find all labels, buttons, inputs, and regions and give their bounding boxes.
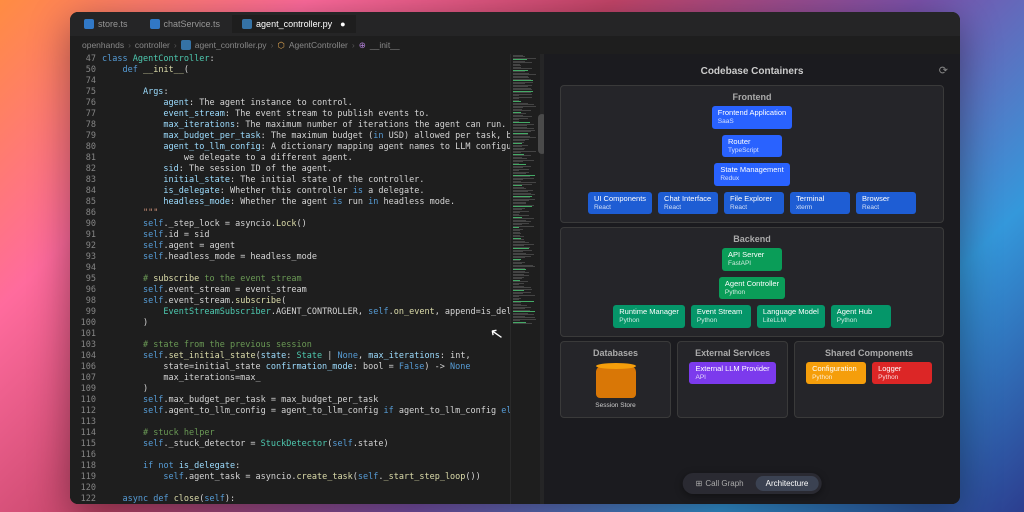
container-title: Shared Components [801,346,937,362]
py-icon [181,40,191,50]
py-icon [242,19,252,29]
tab-label: store.ts [98,19,128,29]
view-switcher: ⊞Call Graph Architecture [683,473,822,494]
container-title: External Services [684,346,781,362]
modified-dot: ● [340,19,345,29]
container-external: External Services External LLM ProviderA… [677,341,788,418]
container-backend: Backend API ServerFastAPI Agent Controll… [560,227,944,337]
node-llm-provider[interactable]: External LLM ProviderAPI [689,362,775,385]
pill-call-graph[interactable]: ⊞Call Graph [686,476,754,491]
ts-icon [84,19,94,29]
ts-icon [150,19,160,29]
container-shared: Shared Components ConfigurationPython Log… [794,341,944,418]
node-api-server[interactable]: API ServerFastAPI [722,248,782,271]
node-fe[interactable]: BrowserReact [856,192,916,215]
diagram-title: Codebase Containers [552,62,952,81]
container-title: Backend [567,232,937,248]
breadcrumb: openhands› controller› agent_controller.… [70,36,960,54]
ide-window: store.ts chatService.ts agent_controller… [70,12,960,504]
node-fe[interactable]: UI ComponentsReact [588,192,652,215]
container-title: Databases [567,346,664,362]
tab-bar: store.ts chatService.ts agent_controller… [70,12,960,36]
pill-architecture[interactable]: Architecture [756,476,819,491]
tab-label: agent_controller.py [256,19,332,29]
bc-item[interactable]: AgentController [289,40,348,50]
bc-item[interactable]: openhands [82,40,124,50]
node-be[interactable]: Agent HubPython [831,305,891,328]
node-fe[interactable]: Chat InterfaceReact [658,192,718,215]
tab-chatservice[interactable]: chatService.ts [140,15,231,33]
tab-agent-controller[interactable]: agent_controller.py ● [232,15,356,33]
tab-label: chatService.ts [164,19,221,29]
container-databases: Databases Session Store [560,341,671,418]
graph-icon: ⊞ [696,479,703,488]
bc-item[interactable]: controller [135,40,170,50]
bc-item[interactable]: agent_controller.py [195,40,267,50]
code-area[interactable]: class AgentController: def __init__( Arg… [102,54,510,504]
node-fe[interactable]: Terminalxterm [790,192,850,215]
node-fe[interactable]: File ExplorerReact [724,192,784,215]
node-shared[interactable]: ConfigurationPython [806,362,866,385]
container-title: Frontend [567,90,937,106]
architecture-diagram: Codebase Containers ⟳ Frontend Frontend … [544,54,960,504]
node-session-store[interactable] [596,366,636,398]
node-router[interactable]: RouterTypeScript [722,135,782,158]
node-agent-controller[interactable]: Agent ControllerPython [719,277,785,300]
minimap[interactable] [510,54,540,504]
refresh-icon[interactable]: ⟳ [939,64,948,77]
node-be[interactable]: Event StreamPython [691,305,751,328]
line-gutter: 47 50 74 75 76 77 78 79 80 81 82 83 84 8… [70,54,102,504]
bc-item[interactable]: __init__ [370,40,400,50]
code-editor[interactable]: 47 50 74 75 76 77 78 79 80 81 82 83 84 8… [70,54,510,504]
node-shared[interactable]: LoggerPython [872,362,932,385]
editor-split: 47 50 74 75 76 77 78 79 80 81 82 83 84 8… [70,54,960,504]
db-label: Session Store [567,402,664,409]
node-frontend-app[interactable]: Frontend ApplicationSaaS [712,106,792,129]
container-frontend: Frontend Frontend ApplicationSaaS Router… [560,85,944,223]
tab-store[interactable]: store.ts [74,15,138,33]
node-be[interactable]: Language ModelLiteLLM [757,305,825,328]
node-be[interactable]: Runtime ManagerPython [613,305,685,328]
node-state[interactable]: State ManagementRedux [714,163,789,186]
